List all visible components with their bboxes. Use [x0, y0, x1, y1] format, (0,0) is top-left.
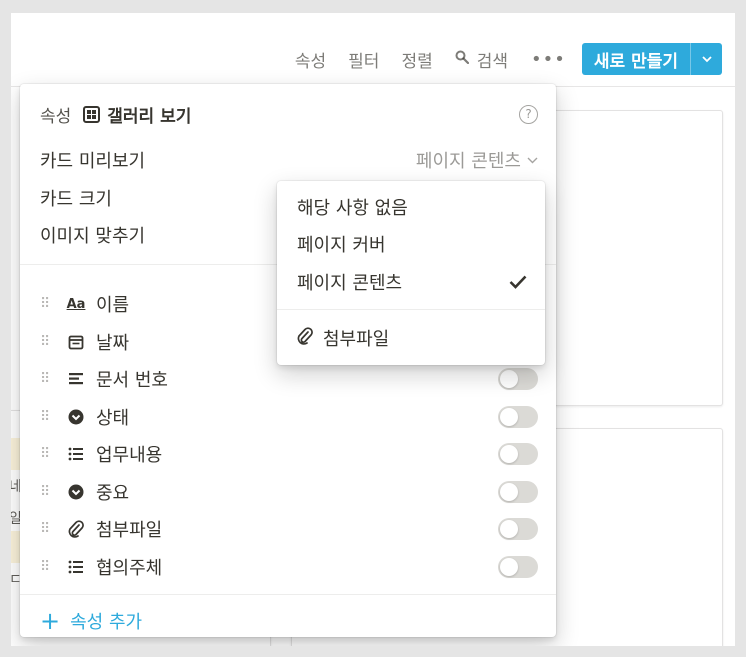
list-icon — [66, 447, 86, 461]
plus-icon: + — [40, 607, 61, 635]
filter-button[interactable]: 필터 — [337, 44, 390, 74]
property-label: 날짜 — [96, 333, 130, 354]
panel-header: 속성 갤러리 보기 ? — [40, 102, 538, 127]
option-value: 페이지 콘텐츠 — [415, 151, 521, 172]
more-horizontal-icon[interactable]: ••• — [519, 49, 578, 70]
card-preview-option[interactable]: 카드 미리보기 페이지 콘텐츠 — [40, 145, 538, 175]
drag-handle-icon[interactable]: ⠿ — [40, 447, 50, 461]
property-label: 중요 — [96, 483, 130, 504]
menu-item-none[interactable]: 해당 사항 없음 — [297, 192, 527, 222]
checkmark-icon — [509, 270, 527, 294]
property-row[interactable]: ⠿ 첨부파일 — [40, 514, 538, 544]
visibility-toggle[interactable] — [498, 368, 538, 390]
search-icon — [455, 50, 469, 68]
chevron-down-icon[interactable] — [690, 43, 722, 75]
breadcrumb-parent[interactable]: 속성 — [40, 102, 71, 127]
visibility-toggle[interactable] — [498, 406, 538, 428]
add-property-label: 속성 추가 — [70, 612, 143, 633]
menu-item-page-cover[interactable]: 페이지 커버 — [297, 229, 527, 259]
drag-handle-icon[interactable]: ⠿ — [40, 297, 50, 311]
drag-handle-icon[interactable]: ⠿ — [40, 560, 50, 574]
card-preview-value[interactable]: 페이지 콘텐츠 — [416, 147, 538, 173]
property-label: 협의주체 — [96, 558, 163, 579]
gallery-view-icon — [83, 105, 101, 123]
chevron-down-icon — [527, 153, 538, 167]
text-icon: Aa — [66, 296, 86, 312]
app-window: 속성 필터 정렬 검색 ••• 새로 만들기 네 일 ㄷ 속성 갤러리 보기 ? — [11, 13, 735, 646]
paperclip-icon — [297, 326, 313, 350]
visibility-toggle[interactable] — [498, 556, 538, 578]
menu-item-label: 첨부파일 — [323, 329, 390, 350]
card-preview-menu: 해당 사항 없음 페이지 커버 페이지 콘텐츠 첨부파일 — [277, 181, 545, 365]
panel-divider — [20, 594, 556, 595]
database-toolbar: 속성 필터 정렬 검색 ••• 새로 만들기 — [11, 41, 735, 77]
help-icon[interactable]: ? — [519, 104, 538, 124]
drag-handle-icon[interactable]: ⠿ — [40, 335, 50, 349]
select-icon — [66, 409, 86, 425]
property-row[interactable]: ⠿ 업무내용 — [40, 439, 538, 469]
option-label: 카드 크기 — [40, 189, 112, 210]
drag-handle-icon[interactable]: ⠿ — [40, 410, 50, 424]
add-property-button[interactable]: + 속성 추가 — [40, 607, 142, 635]
option-label: 이미지 맞추기 — [40, 226, 146, 247]
property-label: 이름 — [96, 295, 130, 316]
visibility-toggle[interactable] — [498, 481, 538, 503]
menu-item-label: 해당 사항 없음 — [297, 198, 408, 219]
property-row[interactable]: ⠿ 상태 — [40, 402, 538, 432]
sort-button[interactable]: 정렬 — [390, 44, 443, 74]
new-button[interactable]: 새로 만들기 — [582, 43, 690, 75]
property-label: 상태 — [96, 408, 130, 429]
view-name: 갤러리 보기 — [107, 106, 192, 127]
search-button[interactable]: 검색 — [444, 44, 519, 74]
search-label: 검색 — [476, 51, 509, 72]
calendar-icon — [66, 334, 86, 350]
menu-item-attachment[interactable]: 첨부파일 — [297, 323, 527, 353]
option-label: 카드 미리보기 — [40, 151, 146, 172]
property-row[interactable]: ⠿ 문서 번호 — [40, 364, 538, 394]
menu-item-label: 페이지 콘텐츠 — [297, 273, 403, 294]
drag-handle-icon[interactable]: ⠿ — [40, 485, 50, 499]
drag-handle-icon[interactable]: ⠿ — [40, 522, 50, 536]
text-lines-icon — [66, 372, 86, 386]
gallery-card[interactable] — [549, 110, 723, 406]
paperclip-icon — [66, 520, 86, 538]
menu-item-page-content[interactable]: 페이지 콘텐츠 — [297, 267, 527, 297]
new-button-group: 새로 만들기 — [581, 43, 722, 75]
property-label: 첨부파일 — [96, 520, 163, 541]
property-row[interactable]: ⠿ 중요 — [40, 477, 538, 507]
property-label: 문서 번호 — [96, 370, 168, 391]
drag-handle-icon[interactable]: ⠿ — [40, 372, 50, 386]
visibility-toggle[interactable] — [498, 518, 538, 540]
select-icon — [66, 484, 86, 500]
property-row[interactable]: ⠿ 협의주체 — [40, 552, 538, 582]
menu-divider — [277, 309, 545, 310]
list-icon — [66, 560, 86, 574]
properties-button[interactable]: 속성 — [284, 44, 337, 74]
property-label: 업무내용 — [96, 445, 163, 466]
visibility-toggle[interactable] — [498, 443, 538, 465]
menu-item-label: 페이지 커버 — [297, 235, 386, 256]
